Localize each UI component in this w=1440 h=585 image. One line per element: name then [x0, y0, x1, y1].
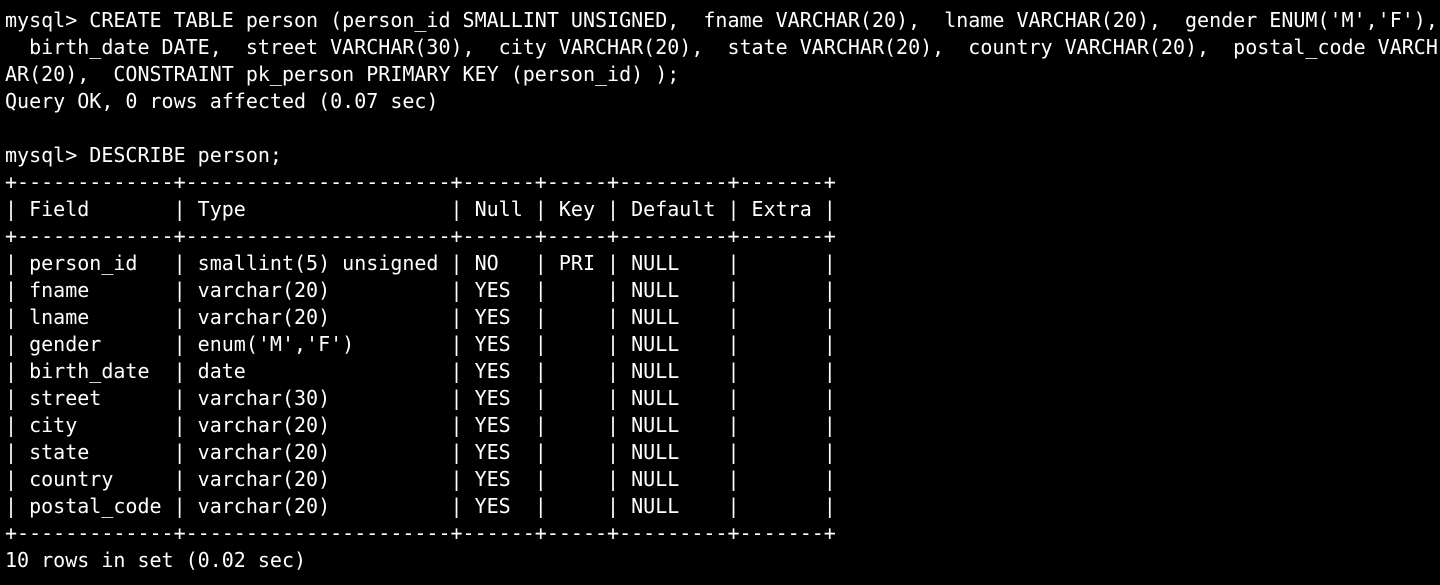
table-row: | gender | enum('M','F') | YES | | NULL … [5, 332, 836, 356]
create-result: Query OK, 0 rows affected (0.07 sec) [5, 89, 439, 113]
describe-command: mysql> DESCRIBE person; [5, 143, 282, 167]
table-row: | country | varchar(20) | YES | | NULL |… [5, 467, 836, 491]
table-row: | state | varchar(20) | YES | | NULL | | [5, 440, 836, 464]
table-row: | postal_code | varchar(20) | YES | | NU… [5, 494, 836, 518]
table-row: | city | varchar(20) | YES | | NULL | | [5, 413, 836, 437]
table-row: | lname | varchar(20) | YES | | NULL | | [5, 305, 836, 329]
table-row: | person_id | smallint(5) unsigned | NO … [5, 251, 836, 275]
create-command-line-2: birth_date DATE, street VARCHAR(30), cit… [5, 35, 1437, 59]
table-row: | birth_date | date | YES | | NULL | | [5, 359, 836, 383]
table-header: | Field | Type | Null | Key | Default | … [5, 197, 836, 221]
table-row: | street | varchar(30) | YES | | NULL | … [5, 386, 836, 410]
create-command-line-3: AR(20), CONSTRAINT pk_person PRIMARY KEY… [5, 62, 680, 86]
describe-result: 10 rows in set (0.02 sec) [5, 548, 307, 572]
create-command-line-1: mysql> CREATE TABLE person (person_id SM… [5, 8, 1437, 32]
terminal-output[interactable]: mysql> CREATE TABLE person (person_id SM… [5, 7, 1437, 574]
table-border-top: +-------------+----------------------+--… [5, 170, 836, 194]
table-rows: | person_id | smallint(5) unsigned | NO … [5, 250, 1437, 520]
table-border-bottom: +-------------+----------------------+--… [5, 521, 836, 545]
table-row: | fname | varchar(20) | YES | | NULL | | [5, 278, 836, 302]
table-border-header: +-------------+----------------------+--… [5, 224, 836, 248]
